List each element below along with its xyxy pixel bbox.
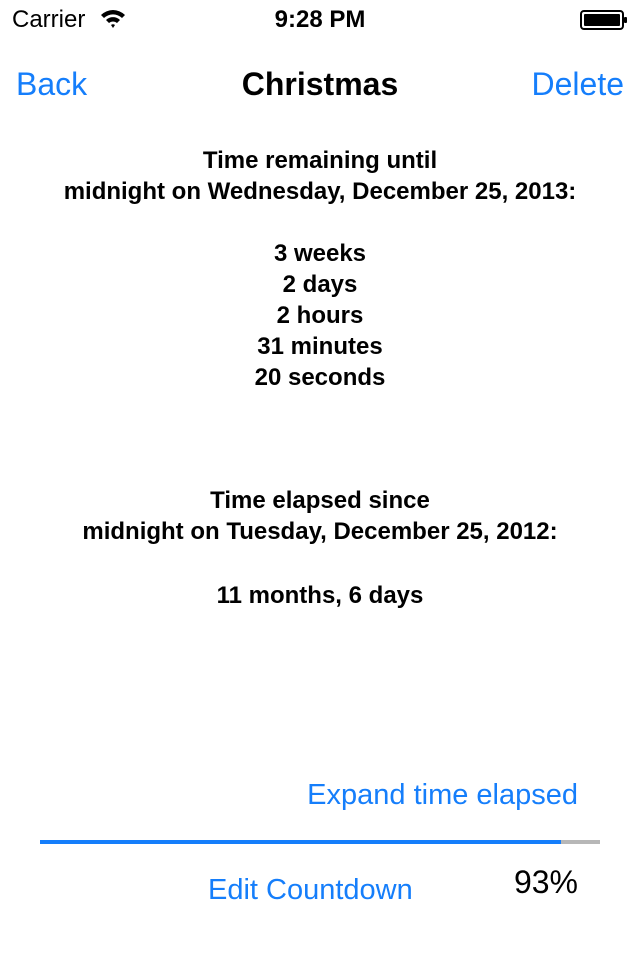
remaining-minutes: 31 minutes — [257, 333, 383, 360]
remaining-seconds: 20 seconds — [254, 364, 386, 391]
status-bar: Carrier 9:28 PM — [0, 0, 640, 40]
time-elapsed-title: Time elapsed since — [210, 487, 430, 514]
time-elapsed-values: 11 months, 6 days — [0, 580, 640, 611]
edit-countdown-button[interactable]: Edit Countdown — [208, 872, 413, 908]
time-remaining-title: Time remaining until — [202, 147, 438, 174]
progress-fill — [40, 840, 561, 844]
time-remaining-values: 3 weeks 2 days 2 hours 31 minutes 20 sec… — [0, 238, 640, 393]
status-time: 9:28 PM — [274, 6, 366, 33]
remaining-hours: 2 hours — [276, 302, 364, 329]
navigation-bar: Back Christmas Delete — [0, 40, 640, 128]
time-elapsed-start-date: midnight on Tuesday, December 25, 2012: — [82, 518, 558, 545]
expand-time-elapsed-button[interactable]: Expand time elapsed — [307, 777, 578, 813]
progress-percent: 93% — [513, 864, 578, 900]
remaining-weeks: 3 weeks — [273, 240, 367, 267]
time-remaining-header: Time remaining until midnight on Wednesd… — [0, 145, 640, 207]
delete-button[interactable]: Delete — [532, 64, 625, 104]
elapsed-value: 11 months, 6 days — [216, 582, 424, 609]
progress-bar — [40, 840, 600, 844]
battery-icon — [580, 10, 627, 30]
time-remaining-target-date: midnight on Wednesday, December 25, 2013… — [63, 178, 577, 205]
remaining-days: 2 days — [282, 271, 358, 298]
time-elapsed-header: Time elapsed since midnight on Tuesday, … — [0, 485, 640, 547]
